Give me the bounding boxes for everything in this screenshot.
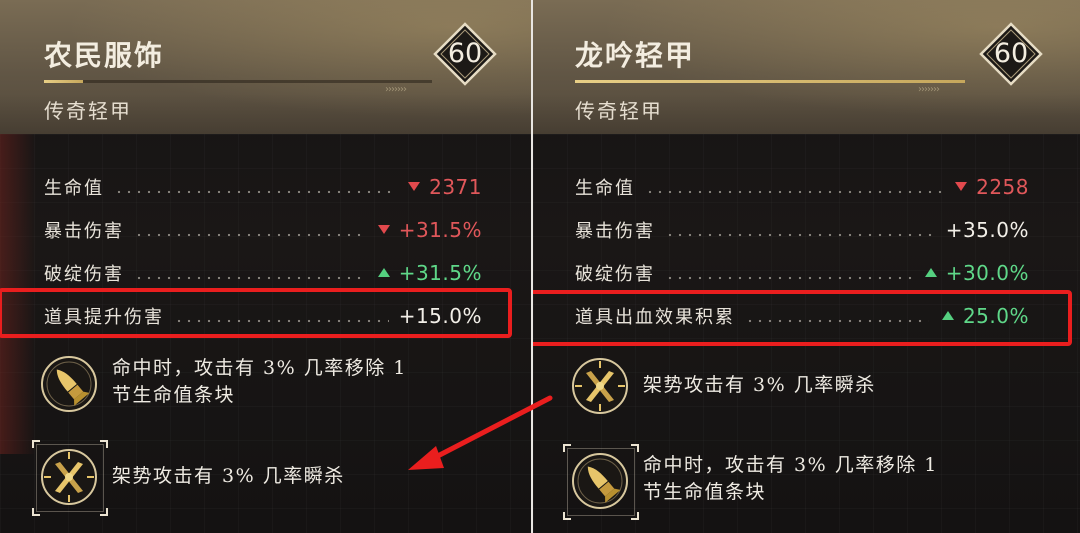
level-number: 60 — [447, 38, 483, 69]
crossed-swords-emblem-icon — [571, 357, 629, 415]
stat-name: 破绽伤害 — [44, 263, 124, 285]
red-highlight-box — [0, 288, 512, 338]
red-highlight-box — [533, 290, 1072, 346]
stat-name: 暴击伤害 — [575, 220, 655, 242]
decrease-arrow-icon — [375, 225, 393, 234]
skill-description-line: 命中时，攻击有 3% 几率移除 1 — [112, 357, 407, 379]
stat-row-health: 生命值 2371 — [44, 165, 482, 208]
skill-row-remove-health-bar: 命中时，攻击有 3% 几率移除 1 节生命值条块 — [40, 355, 407, 413]
progress-chevrons-icon: ››››››› — [385, 84, 407, 95]
skill-description-line: 命中时，攻击有 3% 几率移除 1 — [643, 454, 938, 476]
stat-name: 暴击伤害 — [44, 220, 124, 242]
crossed-swords-emblem-icon — [32, 440, 108, 516]
item-progress-bar — [44, 80, 432, 83]
decrease-arrow-icon — [952, 182, 970, 191]
stat-value: +31.5% — [398, 260, 482, 285]
stat-row-weakness-damage: 破绽伤害 +30.0% — [575, 251, 1029, 294]
skill-row-stance-instakill: 架势攻击有 3% 几率瞬杀 — [32, 440, 345, 516]
progress-fill — [575, 80, 965, 83]
increase-arrow-icon — [375, 268, 393, 277]
bullet-emblem-icon — [563, 444, 639, 520]
stat-row-crit-damage: 暴击伤害 +31.5% — [44, 208, 482, 251]
increase-arrow-icon — [922, 268, 940, 277]
stat-name: 生命值 — [44, 177, 104, 199]
comparison-screenshot: 农民服饰 ››››››› 传奇轻甲 60 生命值 2371 暴击伤害 +31.5… — [0, 0, 1080, 533]
item-progress-bar — [575, 80, 965, 83]
progress-chevrons-icon: ››››››› — [918, 84, 940, 95]
stat-value: 2258 — [976, 174, 1029, 199]
skill-row-stance-instakill: 架势攻击有 3% 几率瞬杀 — [571, 357, 876, 415]
item-title: 龙吟轻甲 — [575, 39, 696, 72]
item-rarity: 传奇轻甲 — [44, 99, 132, 123]
skill-row-remove-health-bar: 命中时，攻击有 3% 几率移除 1 节生命值条块 — [563, 444, 938, 520]
progress-fill — [44, 80, 83, 83]
skill-description-line: 节生命值条块 — [112, 384, 236, 406]
stat-value: +31.5% — [398, 217, 482, 242]
level-badge: 60 — [433, 22, 497, 86]
skill-description-line: 节生命值条块 — [643, 481, 767, 503]
item-rarity: 传奇轻甲 — [575, 99, 663, 123]
stat-row-crit-damage: 暴击伤害 +35.0% — [575, 208, 1029, 251]
item-title: 农民服饰 — [44, 39, 165, 72]
bullet-emblem-icon — [40, 355, 98, 413]
red-annotation-arrow-icon — [408, 395, 553, 470]
stat-name: 破绽伤害 — [575, 263, 655, 285]
skill-description-line: 架势攻击有 3% 几率瞬杀 — [112, 465, 345, 487]
level-number: 60 — [993, 38, 1029, 69]
decrease-arrow-icon — [405, 182, 423, 191]
skill-description-line: 架势攻击有 3% 几率瞬杀 — [643, 374, 876, 396]
stat-value: 2371 — [429, 174, 482, 199]
stat-name: 生命值 — [575, 177, 635, 199]
stat-row-health: 生命值 2258 — [575, 165, 1029, 208]
right-item-card: 龙吟轻甲 ››››››› 传奇轻甲 60 生命值 2258 暴击伤害 +35.0 — [533, 0, 1080, 533]
level-badge: 60 — [979, 22, 1043, 86]
stat-value: +30.0% — [945, 260, 1029, 285]
stat-value: +35.0% — [945, 217, 1029, 242]
